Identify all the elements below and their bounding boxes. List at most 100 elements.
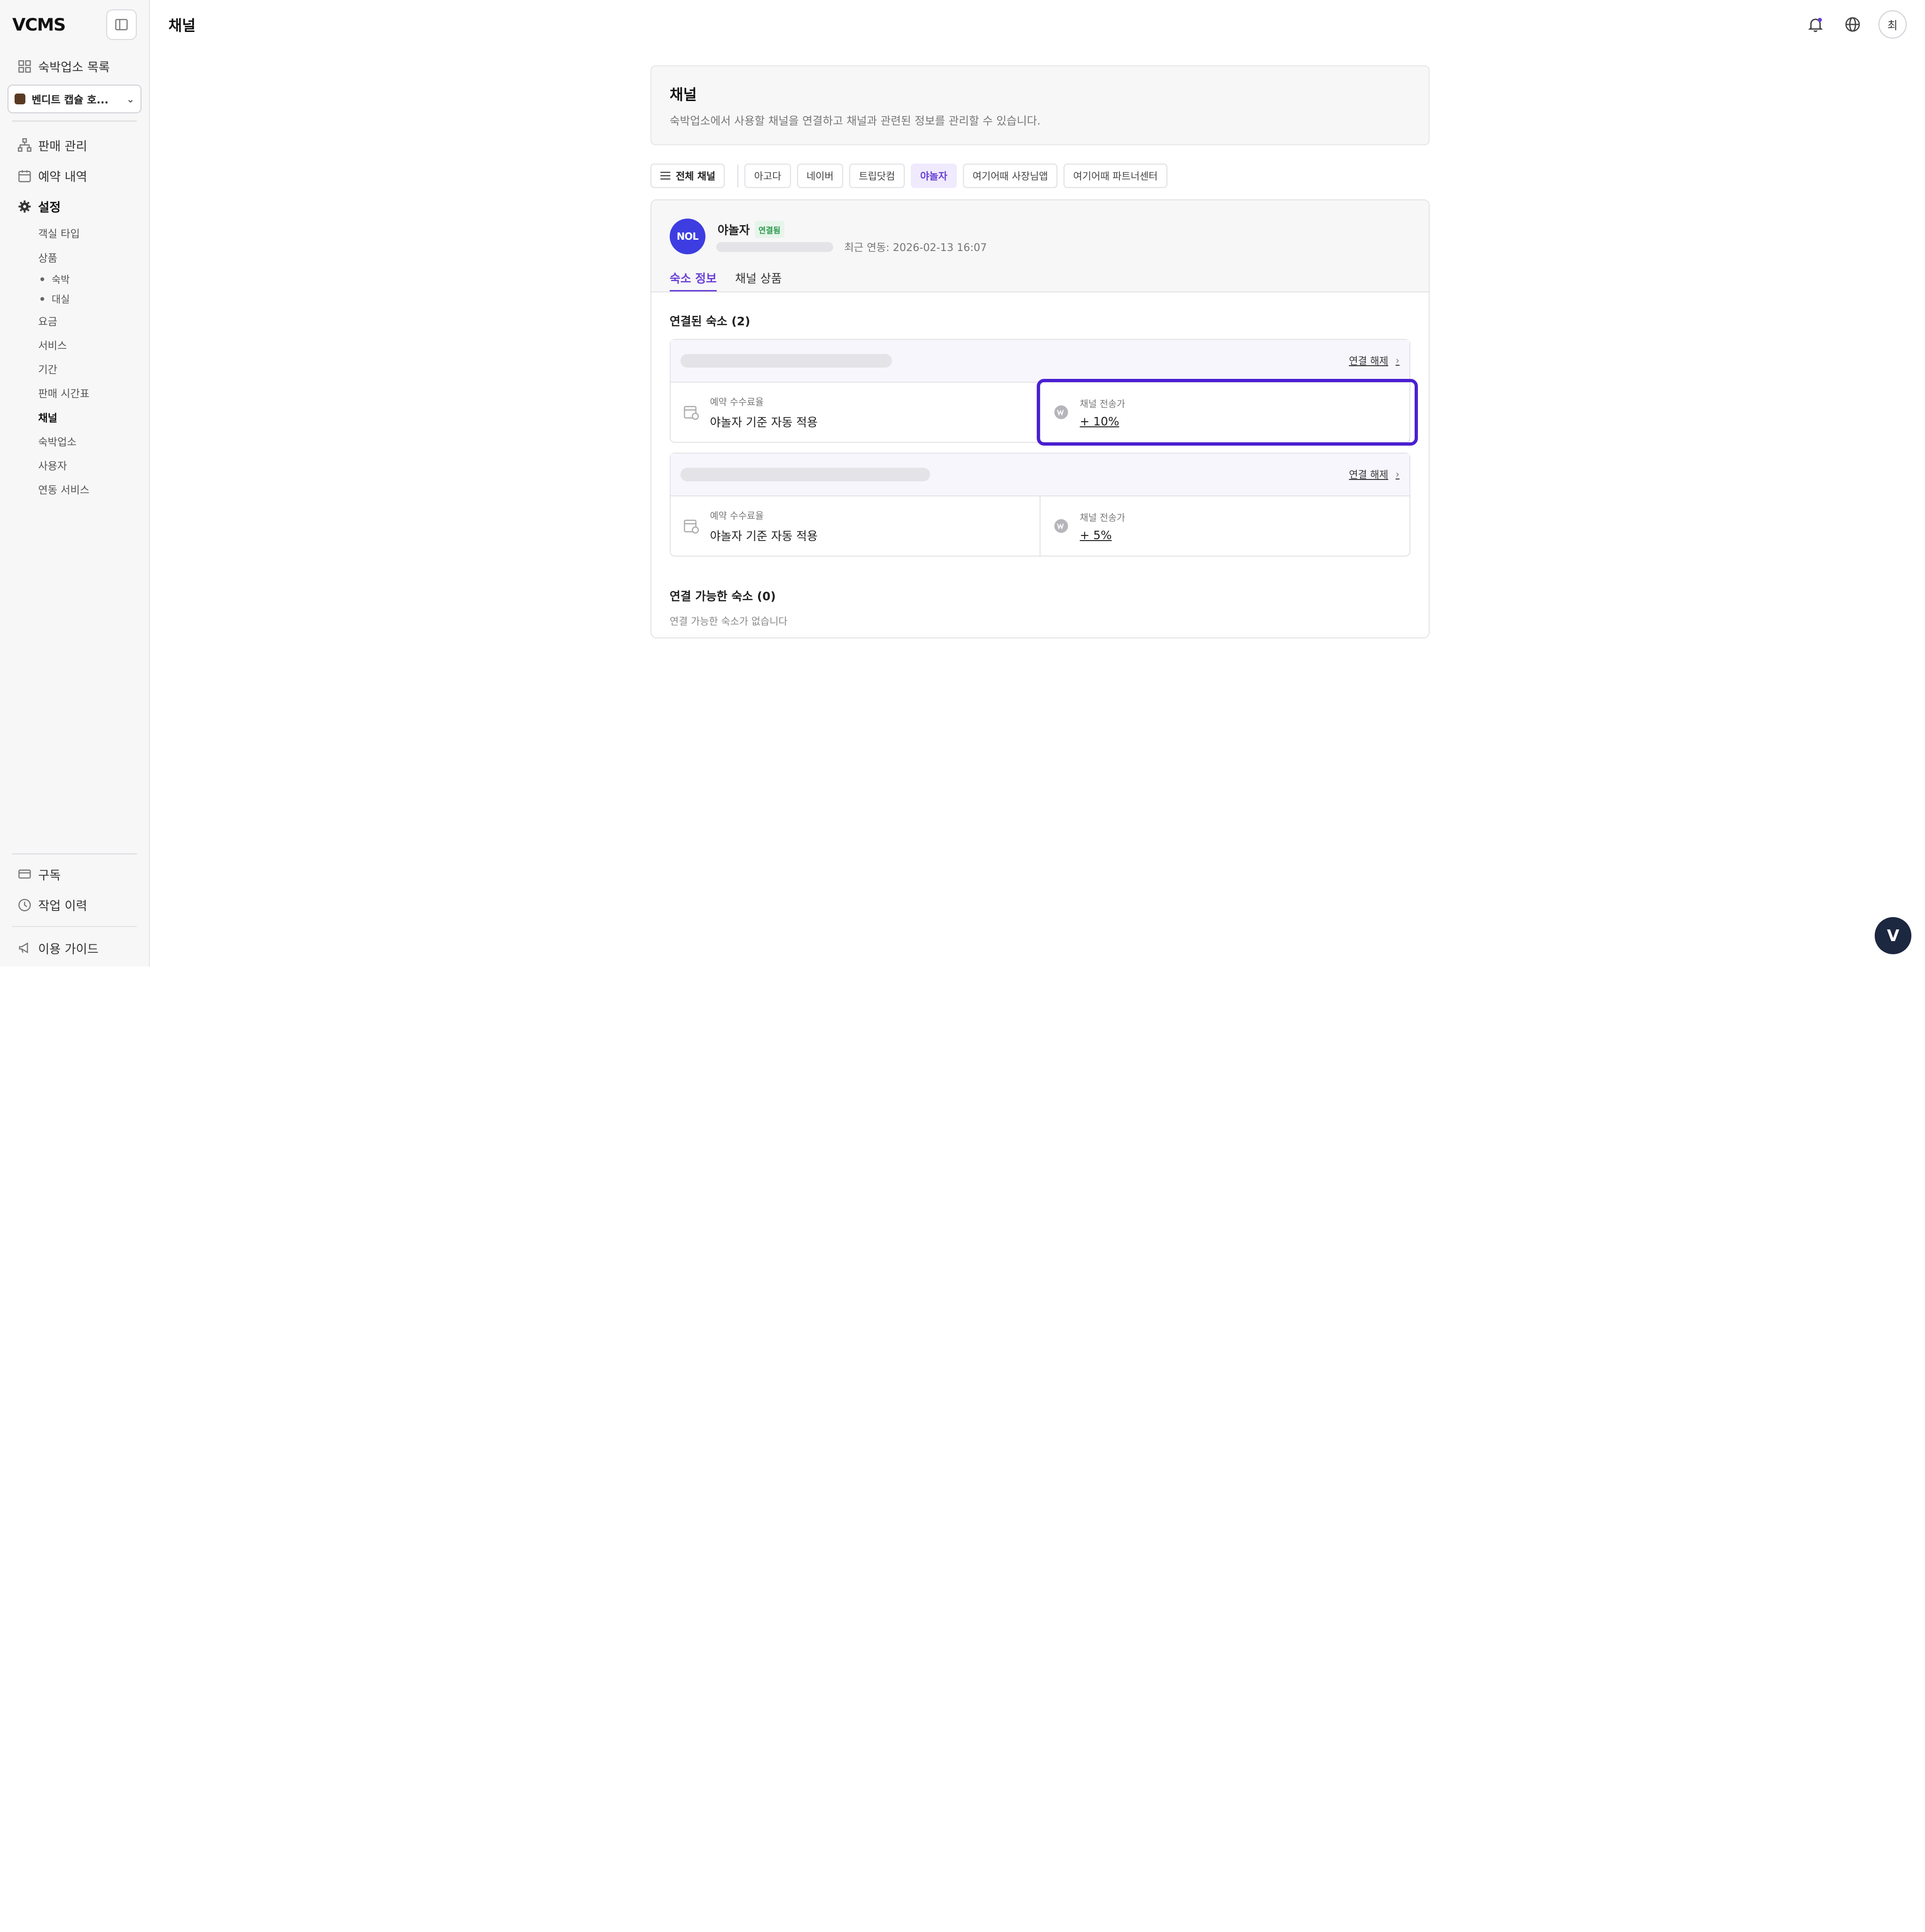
chevron-right-icon: › (1395, 355, 1400, 367)
sidebar-item-property[interactable]: 숙박업소 (0, 429, 149, 453)
bullet-icon (40, 297, 45, 301)
channel-card: NOL 야놀자 연결됨 최근 연동: 2026-02-13 16:07 숙소 정… (650, 199, 1430, 638)
clock-icon (17, 898, 32, 912)
sidebar-item-rental[interactable]: 대실 (0, 289, 149, 309)
sidebar-collapse-button[interactable] (106, 9, 137, 40)
notification-bell-icon[interactable] (1805, 14, 1827, 36)
sidebar-item-label: 숙박업소 목록 (38, 61, 110, 75)
channel-price-label: 채널 전송가 (1080, 512, 1125, 523)
skeleton-placeholder (680, 468, 930, 481)
sidebar-divider (12, 926, 137, 927)
grid-icon (17, 59, 32, 74)
tab-channel-products[interactable]: 채널 상품 (735, 269, 782, 291)
filter-yeogi-owner[interactable]: 여기어때 사장님앱 (963, 163, 1058, 188)
globe-icon[interactable] (1841, 14, 1863, 36)
section-description: 숙박업소에서 사용할 채널을 연결하고 채널과 관련된 정보를 관리할 수 있습… (669, 114, 1041, 127)
unlink-button[interactable]: 연결 해제 › (1349, 353, 1400, 368)
property-card-header: 연결 해제 › (670, 339, 1409, 383)
sidebar-item-sales[interactable]: 판매 관리 (0, 132, 149, 159)
sidebar-item-users[interactable]: 사용자 (0, 454, 149, 478)
top-bar: 채널 최 (150, 0, 1925, 49)
channel-price-text: 채널 전송가 + 5% (1080, 510, 1125, 542)
help-chat-button[interactable]: V (1874, 917, 1912, 954)
sidebar-divider (12, 853, 137, 855)
sidebar-item-label: 판매 관리 (38, 139, 87, 154)
settings-submenu: 객실 타입 상품 숙박 대실 요금 서비스 기간 판매 시간표 채널 숙박업소 … (0, 221, 149, 502)
sidebar-item-integrations[interactable]: 연동 서비스 (0, 478, 149, 502)
filter-trip[interactable]: 트립닷컴 (849, 163, 905, 188)
sidebar-toggle-icon (115, 19, 128, 31)
channel-filter-bar: 전체 채널 아고다 네이버 트립닷컴 야놀자 여기어때 사장님앱 여기어때 파트… (650, 163, 1430, 188)
unlink-button[interactable]: 연결 해제 › (1349, 467, 1400, 481)
available-properties-empty: 연결 가능한 숙소가 없습니다 (669, 616, 788, 628)
filter-naver[interactable]: 네이버 (797, 163, 843, 188)
sidebar-item-rate[interactable]: 요금 (0, 309, 149, 333)
sidebar-header: VCMS (0, 0, 149, 49)
channel-tabs: 숙소 정보 채널 상품 (669, 269, 782, 291)
sidebar-item-label: 이용 가이드 (38, 942, 99, 957)
sidebar-item-label: 숙박 (51, 274, 70, 286)
channel-card-body: 연결된 숙소 (2) 연결 해제 › 예약 수수료율 야놀자 기준 자동 적용 … (651, 292, 1429, 637)
channel-name-text: 야놀자 (717, 223, 750, 237)
sidebar-item-period[interactable]: 기간 (0, 357, 149, 381)
property-select[interactable]: 벤디트 캡슐 호... ⌄ (7, 85, 142, 113)
calendar-check-icon (683, 518, 700, 535)
won-coin-icon (1053, 404, 1070, 421)
sidebar-item-stay[interactable]: 숙박 (0, 269, 149, 289)
chevron-down-icon: ⌄ (126, 93, 135, 105)
sidebar-item-product[interactable]: 상품 (0, 245, 149, 269)
chevron-right-icon: › (1395, 469, 1400, 480)
filter-all-channels[interactable]: 전체 채널 (650, 163, 725, 188)
filter-yeogi-partner[interactable]: 여기어때 파트너센터 (1064, 163, 1167, 188)
app-logo[interactable]: VCMS (12, 14, 66, 35)
sidebar-item-settings[interactable]: 설정 (0, 193, 149, 220)
available-properties-title: 연결 가능한 숙소 (0) (669, 589, 776, 604)
unlink-label: 연결 해제 (1349, 355, 1388, 367)
filter-divider (737, 165, 739, 187)
channel-price-text: 채널 전송가 + 10% (1080, 396, 1125, 428)
app-root: VCMS 숙박업소 목록 벤디트 캡슐 호... ⌄ 판매 관리 예약 내역 설… (0, 0, 1925, 966)
user-avatar[interactable]: 최 (1878, 10, 1907, 39)
page-title: 채널 (168, 17, 196, 34)
connected-property-card: 연결 해제 › 예약 수수료율 야놀자 기준 (669, 452, 1410, 557)
sidebar-item-reservations[interactable]: 예약 내역 (0, 162, 149, 189)
filter-yanolja[interactable]: 야놀자 (910, 163, 957, 188)
property-select-value: 벤디트 캡슐 호... (31, 94, 109, 106)
sidebar-item-channel[interactable]: 채널 (0, 405, 149, 429)
channel-price-cell[interactable]: 채널 전송가 + 5% (1039, 496, 1409, 556)
sidebar-item-property-list[interactable]: 숙박업소 목록 (0, 53, 149, 80)
sidebar-item-subscription[interactable]: 구독 (0, 861, 149, 888)
section-title: 채널 (669, 86, 697, 104)
bullet-icon (40, 277, 45, 282)
sidebar-item-label: 예약 내역 (38, 170, 87, 184)
won-coin-icon (1053, 518, 1070, 535)
channel-card-header: NOL 야놀자 연결됨 최근 연동: 2026-02-13 16:07 숙소 정… (651, 200, 1429, 292)
status-badge: 연결됨 (754, 221, 784, 238)
sidebar-item-service[interactable]: 서비스 (0, 333, 149, 357)
skeleton-placeholder (680, 354, 892, 368)
card-icon (17, 867, 32, 881)
property-card-row: 예약 수수료율 야놀자 기준 자동 적용 채널 전송가 + 5% (671, 496, 1409, 556)
channel-content: 채널 숙박업소에서 사용할 채널을 연결하고 채널과 관련된 정보를 관리할 수… (650, 65, 1430, 638)
sidebar-item-guide[interactable]: 이용 가이드 (0, 935, 149, 962)
channel-logo: NOL (669, 218, 705, 254)
sidebar-footer: 구독 작업 이력 이용 가이드 (0, 853, 149, 966)
commission-label: 예약 수수료율 (710, 397, 764, 408)
sidebar-item-history[interactable]: 작업 이력 (0, 891, 149, 919)
last-sync-text: 최근 연동: 2026-02-13 16:07 (844, 242, 987, 254)
gear-icon (17, 199, 32, 214)
calendar-check-icon (683, 404, 700, 421)
skeleton-placeholder (716, 242, 833, 252)
channel-price-value[interactable]: + 5% (1080, 528, 1125, 542)
calendar-icon (17, 168, 32, 183)
channel-price-value[interactable]: + 10% (1080, 415, 1125, 428)
tab-property-info[interactable]: 숙소 정보 (669, 269, 717, 291)
logo-text: VCMS (12, 14, 66, 35)
connected-properties-title: 연결된 숙소 (2) (669, 314, 751, 328)
commission-cell: 예약 수수료율 야놀자 기준 자동 적용 (671, 383, 1040, 442)
sidebar-item-room-type[interactable]: 객실 타입 (0, 221, 149, 245)
sidebar-item-sales-schedule[interactable]: 판매 시간표 (0, 381, 149, 405)
channel-price-cell[interactable]: 채널 전송가 + 10% (1037, 379, 1418, 446)
sidebar-item-label: 대실 (51, 294, 70, 306)
filter-agoda[interactable]: 아고다 (744, 163, 791, 188)
